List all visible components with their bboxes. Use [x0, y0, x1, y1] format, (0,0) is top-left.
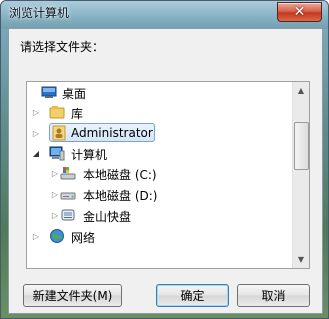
vertical-scrollbar[interactable]: ▲ ▼ — [292, 82, 309, 268]
desktop-icon — [41, 86, 57, 98]
window-title: 浏览计算机 — [9, 6, 70, 20]
new-folder-button[interactable]: 新建文件夹(M) — [23, 284, 122, 307]
scrollbar-thumb[interactable] — [294, 122, 309, 170]
expand-arrow-icon[interactable]: ▷ — [51, 169, 59, 178]
tree-item-label: 计算机 — [71, 148, 108, 162]
expand-arrow-icon[interactable]: ▷ — [51, 190, 59, 199]
scroll-up-arrow-icon[interactable]: ▲ — [293, 82, 309, 99]
tree-item-drive-d[interactable]: ▷ 本地磁盘 (D:) — [27, 184, 291, 204]
browse-computer-dialog: 浏览计算机 ✕ 请选择文件夹： 桌面 ▷ 库 ▷ Administrator ◢… — [0, 0, 329, 319]
scroll-down-arrow-icon[interactable]: ▼ — [293, 251, 309, 268]
tree-item-label: 网络 — [71, 231, 96, 245]
tree-item-label: 金山快盘 — [83, 210, 132, 224]
expand-arrow-icon[interactable]: ▷ — [32, 232, 40, 241]
expand-arrow-icon[interactable]: ▷ — [32, 129, 40, 138]
tree-item-label: 本地磁盘 (D:) — [83, 189, 158, 203]
network-icon — [50, 229, 64, 243]
tree-item-libraries[interactable]: ▷ 库 — [27, 102, 291, 122]
user-folder-icon — [52, 125, 66, 141]
system-drive-icon — [60, 167, 76, 180]
tree-item-label: 库 — [71, 107, 84, 121]
tree-item-label: Administrator — [71, 126, 153, 140]
collapse-arrow-icon[interactable]: ◢ — [32, 149, 40, 158]
computer-icon — [49, 146, 65, 161]
title-bar[interactable]: 浏览计算机 ✕ — [1, 1, 328, 29]
library-icon — [49, 106, 65, 119]
tree-item-computer[interactable]: ◢ 计算机 — [27, 143, 291, 163]
expand-arrow-icon[interactable]: ▷ — [32, 108, 40, 117]
drive-icon — [60, 192, 76, 200]
tree-item-kuaipan[interactable]: ▷ 金山快盘 — [27, 205, 291, 225]
dialog-body: 请选择文件夹： 桌面 ▷ 库 ▷ Administrator ◢ 计算机 ▷ 本… — [8, 28, 323, 314]
folder-prompt-label: 请选择文件夹： — [20, 40, 105, 54]
ok-button[interactable]: 确定 — [156, 284, 229, 307]
tree-item-label: 本地磁盘 (C:) — [83, 168, 157, 182]
folder-tree[interactable]: 桌面 ▷ 库 ▷ Administrator ◢ 计算机 ▷ 本地磁盘 (C:)… — [26, 81, 310, 269]
close-button[interactable]: ✕ — [277, 2, 322, 22]
tree-item-administrator[interactable]: ▷ Administrator — [27, 123, 291, 143]
expand-arrow-icon[interactable]: ▷ — [51, 211, 59, 220]
cloud-drive-icon — [61, 209, 75, 221]
tree-item-desktop[interactable]: 桌面 — [27, 82, 291, 102]
tree-item-drive-c[interactable]: ▷ 本地磁盘 (C:) — [27, 163, 291, 183]
cancel-button[interactable]: 取消 — [237, 284, 310, 307]
tree-item-label: 桌面 — [62, 87, 87, 101]
tree-item-network[interactable]: ▷ 网络 — [27, 226, 291, 246]
